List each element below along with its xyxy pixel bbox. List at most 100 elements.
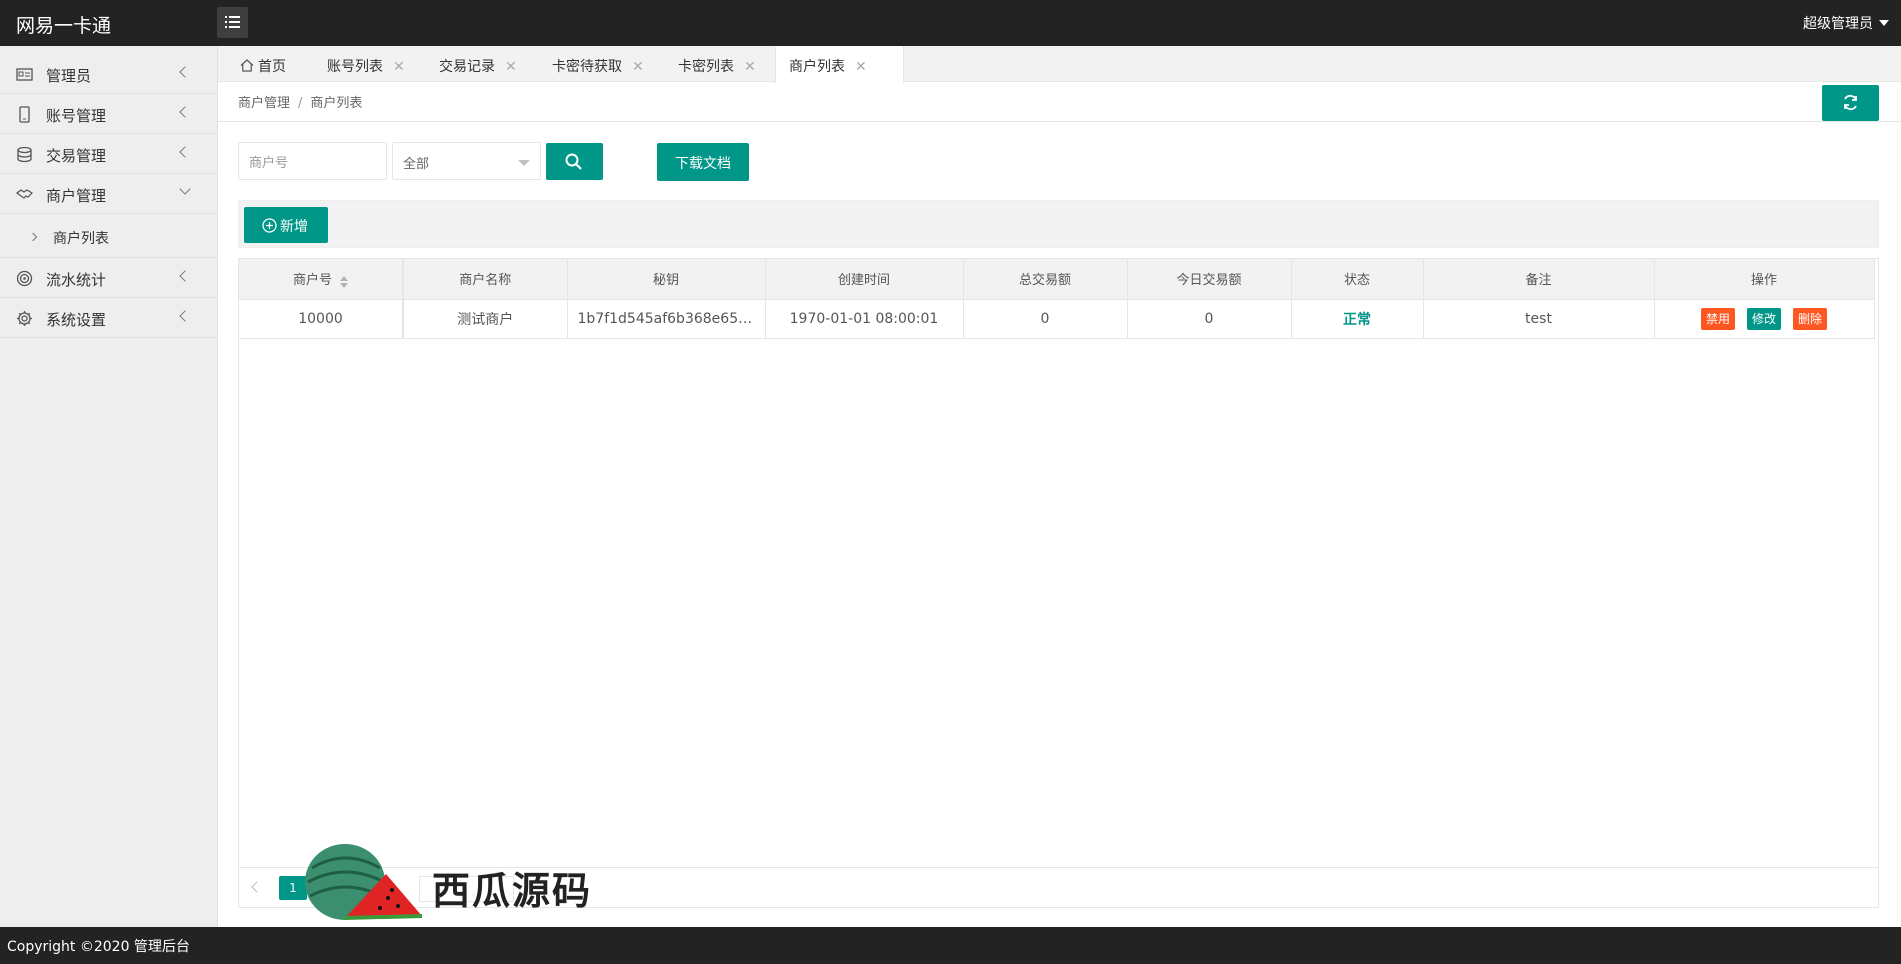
tab-label: 卡密待获取 bbox=[552, 59, 622, 75]
chevron-left-icon bbox=[179, 270, 191, 282]
sidebar-item-label: 交易管理 bbox=[46, 147, 107, 165]
table-header-row: 商户号 商户名称 秘钥 创建时间 总交易额 今日交易额 状态 备注 操作 bbox=[239, 259, 1875, 300]
breadcrumb: 商户管理 / 商户列表 bbox=[238, 92, 362, 111]
phone-icon bbox=[19, 106, 30, 123]
refresh-icon bbox=[1844, 94, 1857, 111]
user-name: 超级管理员 bbox=[1803, 16, 1873, 32]
merchant-table: 商户号 商户名称 秘钥 创建时间 总交易额 今日交易额 状态 备注 操作 100… bbox=[238, 258, 1879, 908]
sidebar-item-stats[interactable]: 流水统计 bbox=[0, 258, 217, 298]
tab-transactions[interactable]: 交易记录 ✕ bbox=[439, 46, 517, 82]
chevron-left-icon bbox=[179, 146, 191, 158]
column-header-actions: 操作 bbox=[1654, 259, 1875, 300]
status-select[interactable]: 全部 bbox=[392, 142, 541, 180]
add-label: 新增 bbox=[280, 219, 308, 235]
sidebar-item-settings[interactable]: 系统设置 bbox=[0, 298, 217, 338]
column-header-merchant-name: 商户名称 bbox=[403, 259, 568, 300]
cell-created: 1970-01-01 08:00:01 bbox=[765, 299, 964, 339]
user-menu[interactable]: 超级管理员 bbox=[1803, 13, 1889, 33]
close-icon[interactable]: ✕ bbox=[744, 59, 756, 75]
menu-toggle-button[interactable] bbox=[217, 7, 248, 38]
close-icon[interactable]: ✕ bbox=[632, 59, 644, 75]
tab-label: 商户列表 bbox=[789, 59, 845, 75]
status-badge: 正常 bbox=[1291, 299, 1424, 339]
merchant-id-input[interactable]: 商户号 bbox=[238, 142, 387, 180]
tab-label: 交易记录 bbox=[439, 59, 495, 75]
header-label: 商户号 bbox=[292, 273, 332, 289]
sidebar: 管理员 账号管理 交易管理 商户管理 商户列表 流水统计 系统设置 bbox=[0, 46, 218, 927]
disable-button[interactable]: 禁用 bbox=[1700, 307, 1735, 330]
breadcrumb-separator: / bbox=[298, 96, 303, 111]
edit-button[interactable]: 修改 bbox=[1746, 307, 1781, 330]
sidebar-item-label: 管理员 bbox=[46, 67, 92, 85]
column-header-remark: 备注 bbox=[1423, 259, 1655, 300]
sidebar-item-label: 流水统计 bbox=[46, 271, 107, 289]
sort-icon[interactable] bbox=[340, 276, 348, 289]
delete-button[interactable]: 删除 bbox=[1793, 307, 1828, 330]
column-header-status: 状态 bbox=[1291, 259, 1424, 300]
cell-merchant-name: 测试商户 bbox=[403, 299, 568, 339]
watermark-logo: 西瓜源码 bbox=[300, 838, 640, 922]
tab-label: 首页 bbox=[258, 59, 286, 75]
tab-merchant-list[interactable]: 商户列表 ✕ bbox=[775, 46, 904, 83]
cell-total: 0 bbox=[963, 299, 1128, 339]
sidebar-item-label: 账号管理 bbox=[46, 107, 107, 125]
cell-actions: 禁用 修改 删除 bbox=[1654, 299, 1875, 339]
tab-card-pending[interactable]: 卡密待获取 ✕ bbox=[552, 46, 644, 82]
sidebar-subitem-label: 商户列表 bbox=[53, 231, 109, 247]
table-toolbar: 新增 bbox=[238, 200, 1879, 248]
add-button[interactable]: 新增 bbox=[244, 207, 328, 243]
prev-page-icon[interactable] bbox=[251, 881, 263, 893]
cell-today: 0 bbox=[1127, 299, 1292, 339]
handshake-icon bbox=[16, 189, 33, 199]
top-header: 网易一卡通 超级管理员 bbox=[0, 0, 1901, 46]
search-button[interactable] bbox=[546, 143, 603, 180]
sidebar-item-accounts[interactable]: 账号管理 bbox=[0, 94, 217, 134]
list-icon bbox=[225, 16, 240, 28]
gear-icon bbox=[17, 311, 32, 326]
column-header-merchant-id[interactable]: 商户号 bbox=[239, 259, 404, 300]
tab-label: 卡密列表 bbox=[678, 59, 734, 75]
sidebar-subitem-merchant-list[interactable]: 商户列表 bbox=[0, 216, 217, 258]
close-icon[interactable]: ✕ bbox=[393, 59, 405, 75]
tab-bar: 首页 账号列表 ✕ 交易记录 ✕ 卡密待获取 ✕ 卡密列表 ✕ 商户列表 ✕ bbox=[218, 46, 1901, 83]
id-card-icon bbox=[16, 68, 33, 81]
tab-home[interactable]: 首页 bbox=[240, 46, 286, 82]
cell-merchant-id: 10000 bbox=[239, 299, 404, 339]
search-icon bbox=[565, 153, 582, 170]
table-row: 10000 测试商户 1b7f1d545af6b368e65b… 1970-01… bbox=[239, 299, 1875, 339]
app-title: 网易一卡通 bbox=[16, 15, 112, 37]
caret-down-icon bbox=[518, 160, 530, 166]
caret-down-icon bbox=[1879, 20, 1889, 26]
breadcrumb-current: 商户列表 bbox=[310, 96, 363, 111]
refresh-button[interactable] bbox=[1822, 85, 1879, 121]
chevron-down-icon bbox=[179, 183, 191, 195]
column-header-today: 今日交易额 bbox=[1127, 259, 1292, 300]
divider bbox=[218, 121, 1901, 122]
close-icon[interactable]: ✕ bbox=[855, 59, 867, 75]
sidebar-item-transactions[interactable]: 交易管理 bbox=[0, 134, 217, 174]
chevron-right-icon bbox=[28, 232, 38, 242]
copyright-text: Copyright ©2020 管理后台 bbox=[7, 939, 190, 955]
select-value: 全部 bbox=[403, 157, 430, 172]
chevron-left-icon bbox=[179, 66, 191, 78]
tab-accounts[interactable]: 账号列表 ✕ bbox=[327, 46, 405, 82]
watermark-text: 西瓜源码 bbox=[432, 869, 593, 913]
add-circle-icon bbox=[262, 218, 277, 233]
search-placeholder: 商户号 bbox=[249, 156, 289, 171]
chevron-left-icon bbox=[179, 106, 191, 118]
download-doc-button[interactable]: 下载文档 bbox=[657, 143, 749, 181]
cell-secret: 1b7f1d545af6b368e65b… bbox=[567, 299, 766, 339]
sidebar-item-label: 系统设置 bbox=[46, 311, 107, 329]
cell-remark: test bbox=[1423, 299, 1655, 339]
sidebar-item-merchants[interactable]: 商户管理 bbox=[0, 174, 217, 214]
footer: Copyright ©2020 管理后台 bbox=[0, 927, 1901, 964]
close-icon[interactable]: ✕ bbox=[505, 59, 517, 75]
column-header-created: 创建时间 bbox=[765, 259, 964, 300]
tab-label: 账号列表 bbox=[327, 59, 383, 75]
sidebar-item-admin[interactable]: 管理员 bbox=[0, 54, 217, 94]
database-icon bbox=[17, 146, 32, 163]
home-icon bbox=[240, 59, 254, 72]
tab-card-list[interactable]: 卡密列表 ✕ bbox=[678, 46, 756, 82]
column-header-secret: 秘钥 bbox=[567, 259, 766, 300]
breadcrumb-parent[interactable]: 商户管理 bbox=[238, 96, 290, 111]
